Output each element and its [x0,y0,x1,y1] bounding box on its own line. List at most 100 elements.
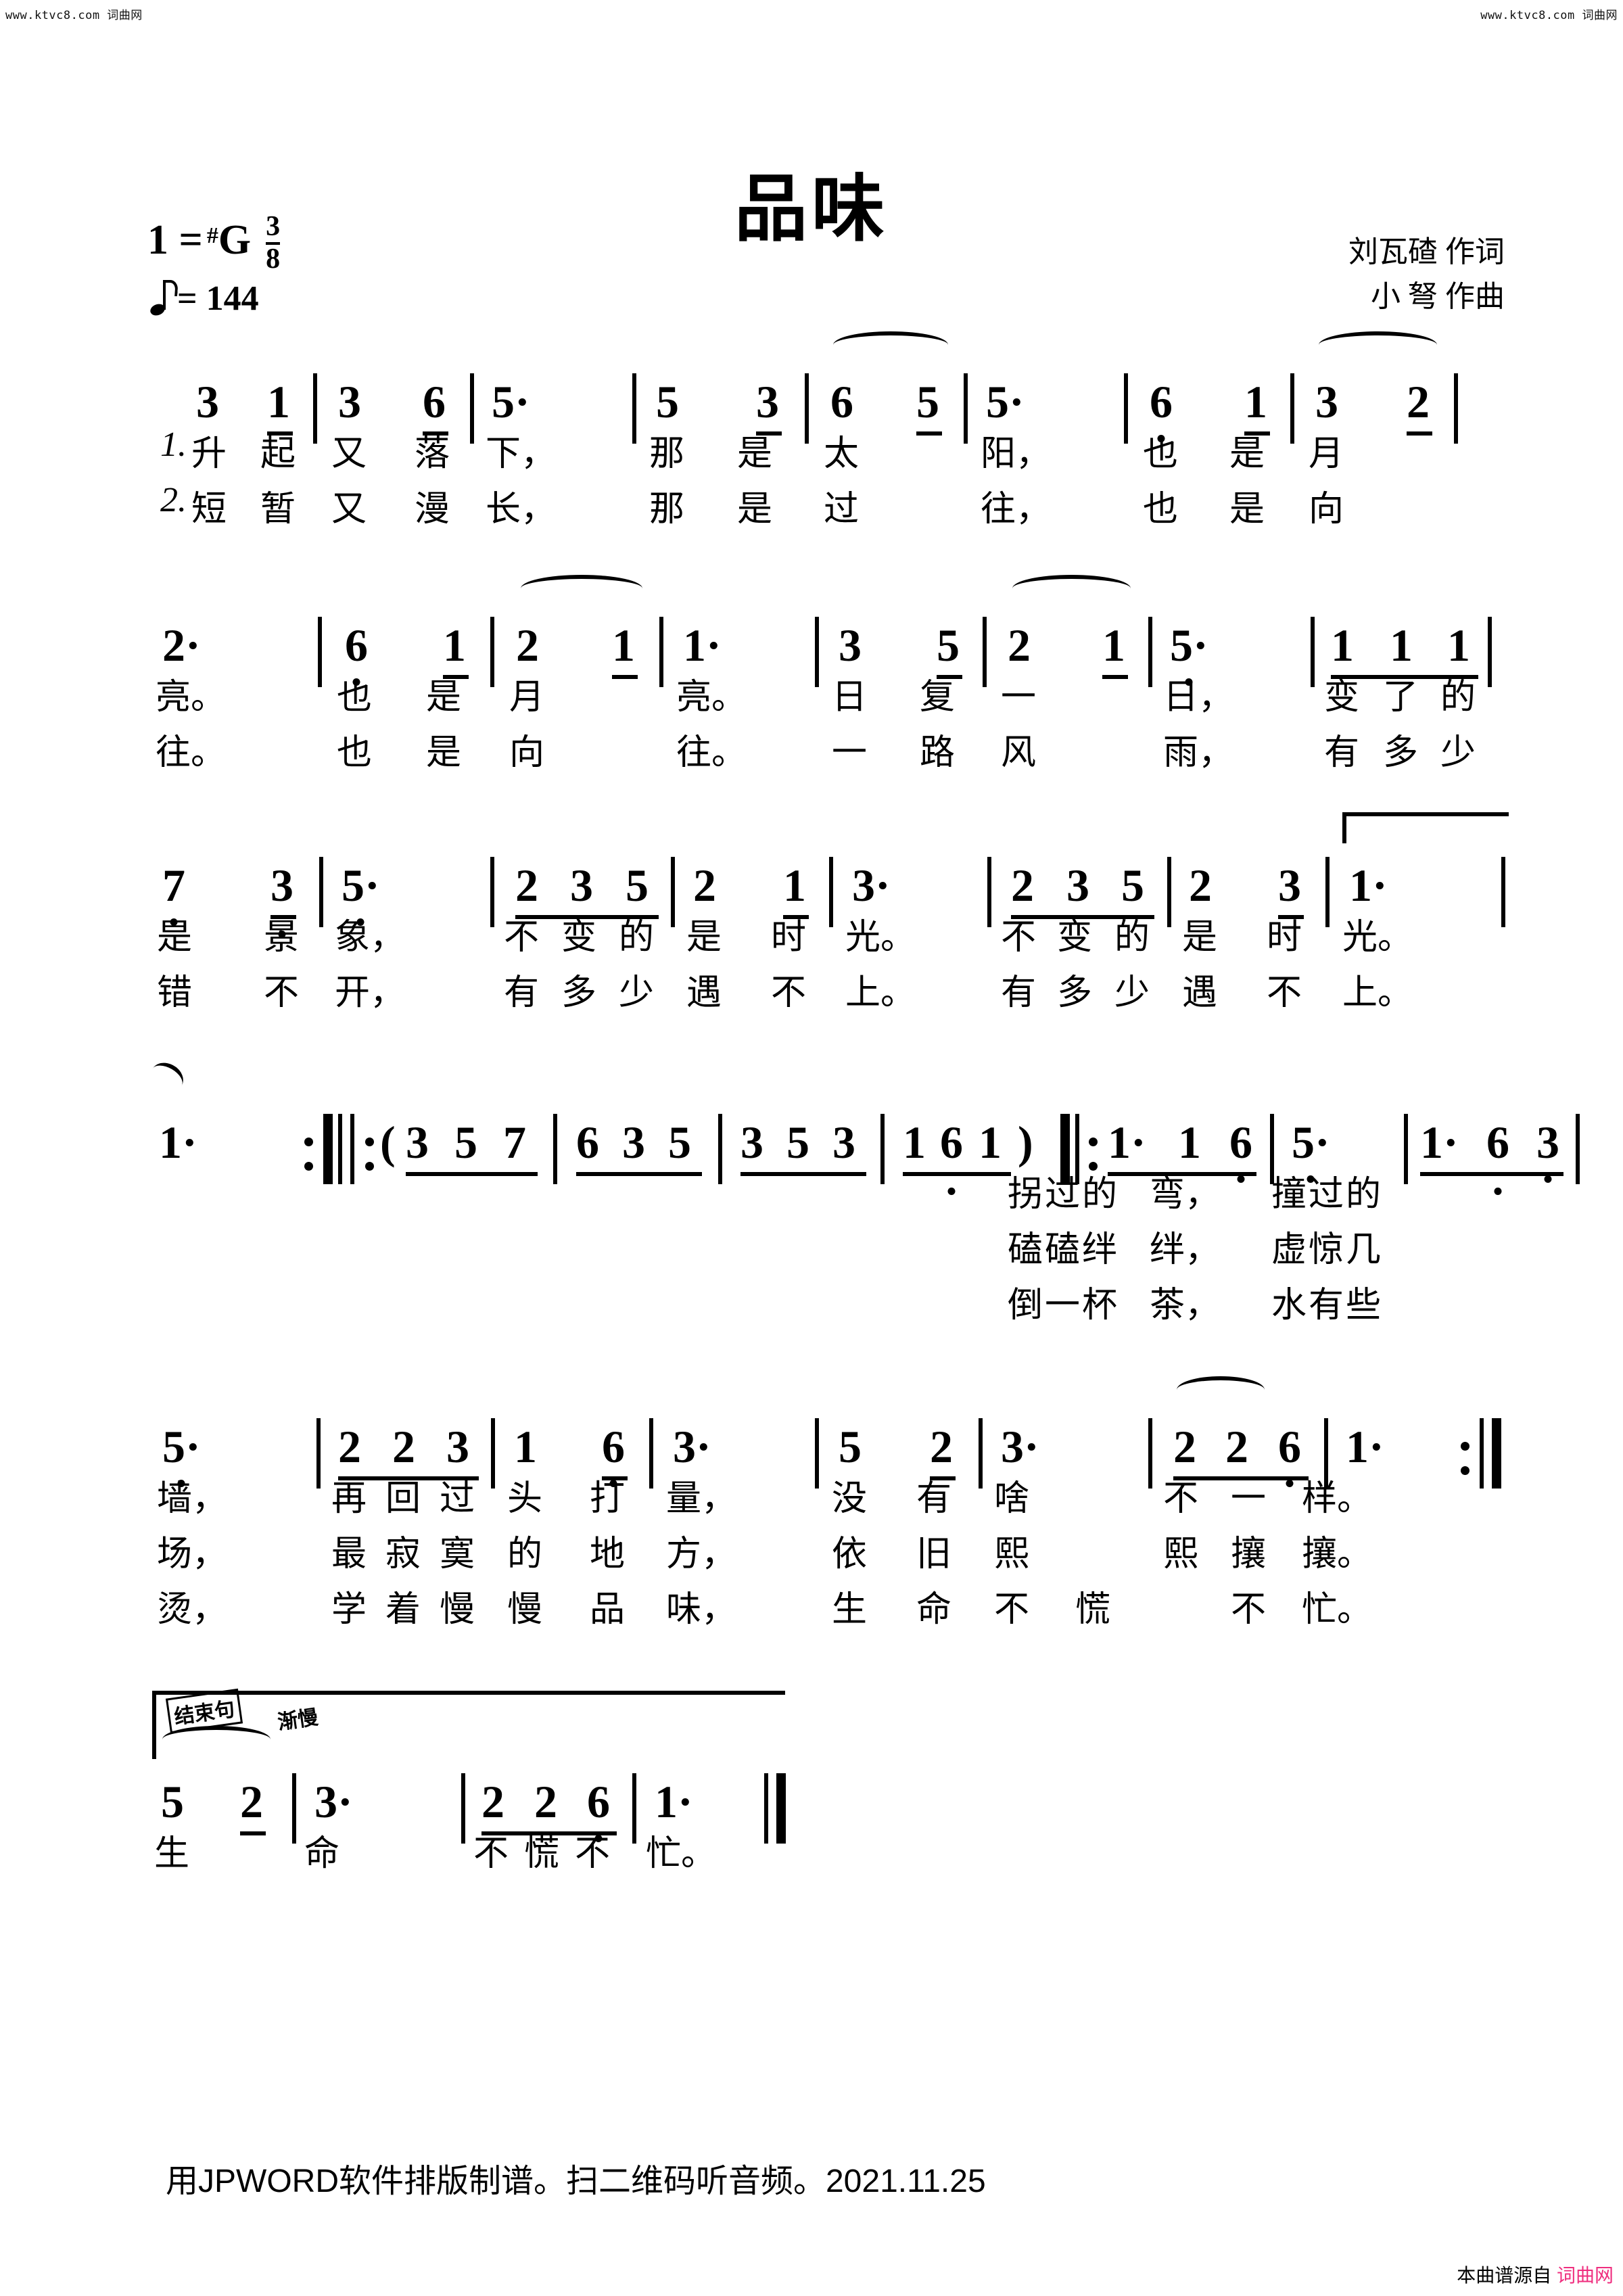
lyric-syllable: 多 [561,974,597,1012]
lyric-syllable: 多 [1057,974,1093,1012]
lyric-syllable: 虚 [1271,1231,1307,1269]
lyric-syllable: 不 [1231,1591,1267,1629]
lyric-syllable: 复 [920,678,956,717]
note: 3· [852,860,891,911]
note: 6 [602,1424,628,1480]
lyric-syllable: 生 [832,1591,868,1629]
lyric-syllable: 方， [666,1535,737,1574]
note: 6 [1229,1117,1252,1168]
note: 3· [314,1776,353,1827]
lyric-syllable: 暂 [260,490,296,529]
note: 6 [1486,1119,1512,1176]
lyric-syllable: 遇 [686,974,722,1012]
key-note: G [218,217,252,263]
lyric-syllable: 绊 [1082,1231,1118,1269]
first-ending-bracket [1342,812,1509,843]
lyrics-row-verse1: 1. 升 起 又 落 下， 那 是 太 阳， 也 是 月 [0,425,1623,480]
lyric-syllable: 时 [1267,918,1302,957]
lyric-syllable: 光。 [1342,918,1413,957]
note: 1 [1102,622,1128,679]
lyric-syllable: 不 [1267,974,1302,1012]
note: 7 [503,1117,526,1168]
note: 1· [1420,1117,1459,1168]
lyric-syllable: 一 [1045,1286,1081,1325]
lyric-syllable: 变 [1057,918,1093,957]
lyrics-row-verse2: 往。 也 是 向 往。 一 路 风 雨， 有 多 少 [0,724,1623,779]
lyric-syllable: 日 [832,678,868,717]
note: 1 [979,1117,1002,1168]
lyric-syllable: 打 [590,1480,626,1518]
lyric-syllable: 起 [260,435,296,473]
watermark-top-right: www.ktvc8.com 词曲网 [1480,9,1618,22]
tempo-value: = 144 [177,279,259,318]
lyric-syllable: 命 [916,1591,952,1629]
note: 2 [338,1421,361,1472]
note: 2 [534,1776,557,1827]
note: 3 [270,862,296,919]
lyric-syllable: 攘。 [1302,1535,1373,1574]
lyric-syllable: 不 [575,1835,611,1873]
lyric-syllable: 景 [264,918,300,957]
note: 5 [937,622,962,679]
note: 1 [612,622,638,679]
lyric-syllable: 象， [335,918,406,957]
lyric-syllable: 月 [509,678,545,717]
note: 5 [454,1117,477,1168]
lyric-syllable: 光。 [845,918,916,957]
lyric-syllable: 下， [486,435,557,473]
ritardando-label: 渐慢 [276,1706,320,1734]
lyric-syllable: 向 [1309,490,1344,529]
lyric-syllable: 的 [507,1535,543,1574]
time-signature-numerator: 3 [266,211,281,242]
lyric-syllable: 漫 [415,490,450,529]
lyric-syllable: 杯 [1082,1286,1118,1325]
lyric-syllable: 回 [385,1480,421,1518]
note: 5· [1170,619,1208,671]
note: 2 [481,1776,504,1827]
note: 6 [587,1776,610,1827]
note: 2 [1189,860,1212,911]
lyrics-row-verse1: 墙， 再 回 过 头 打 量， 没 有 啥 不 一 样。 [0,1470,1623,1525]
note: 5 [1121,860,1144,911]
lyrics-row-verse3: 倒 一 杯 茶， 水 有 些 [0,1276,1623,1332]
music-system-3: 7 3 5· 2 3 5 2 1 3· 2 3 5 2 3 1· 是 景 象， … [0,812,1623,1019]
note: 6 [423,379,448,436]
note: 1 [1178,1119,1204,1176]
lyric-syllable: 升 [191,435,227,473]
note: 5 [161,1776,184,1827]
key-note-group: #G [203,216,251,264]
lyric-syllable: 命 [304,1835,340,1873]
repeat-dot [304,1138,313,1146]
lyric-syllable: 拐 [1008,1175,1043,1214]
lyric-syllable: 茶， [1150,1286,1221,1325]
slur [833,331,948,358]
lyric-syllable: 攘 [1231,1535,1267,1574]
note: 1 [1447,619,1470,671]
lyric-syllable: 也 [1143,435,1179,473]
key-and-tempo-block: 1 = #G 3 8 = 144 [147,211,281,319]
lyric-syllable: 月 [1309,435,1344,473]
note: 3 [740,1117,763,1168]
lyric-syllable: 几 [1346,1231,1382,1269]
note: 6 [1150,376,1173,427]
lyric-syllable: 风 [1001,734,1037,772]
interlude-open-paren: ( [380,1117,396,1168]
slur [1177,1376,1265,1403]
notation-row: 2· 6 1 2 1 1· 3 5 2 1 5· 1 1 1 [0,575,1623,687]
note: 2 [1173,1421,1196,1472]
lyrics-row-verse2: 2. 短 暂 又 漫 长， 那 是 过 往， 也 是 向 [0,480,1623,536]
lyric-syllable: 不 [504,918,540,957]
lyric-syllable: 向 [509,734,545,772]
lyric-syllable: 变 [1324,678,1360,717]
lyric-syllable: 绊， [1150,1231,1221,1269]
lyric-syllable: 着 [385,1591,421,1629]
lyric-syllable: 磕 [1045,1231,1081,1269]
lyric-syllable: 那 [649,490,685,529]
note: 5· [492,376,530,427]
lyric-syllable: 是 [426,678,462,717]
lyric-syllable: 最 [331,1535,367,1574]
lyric-syllable: 过 [440,1480,475,1518]
note: 2 [1008,619,1031,671]
lyric-syllable: 2. [160,481,187,519]
note: 5· [342,860,380,911]
